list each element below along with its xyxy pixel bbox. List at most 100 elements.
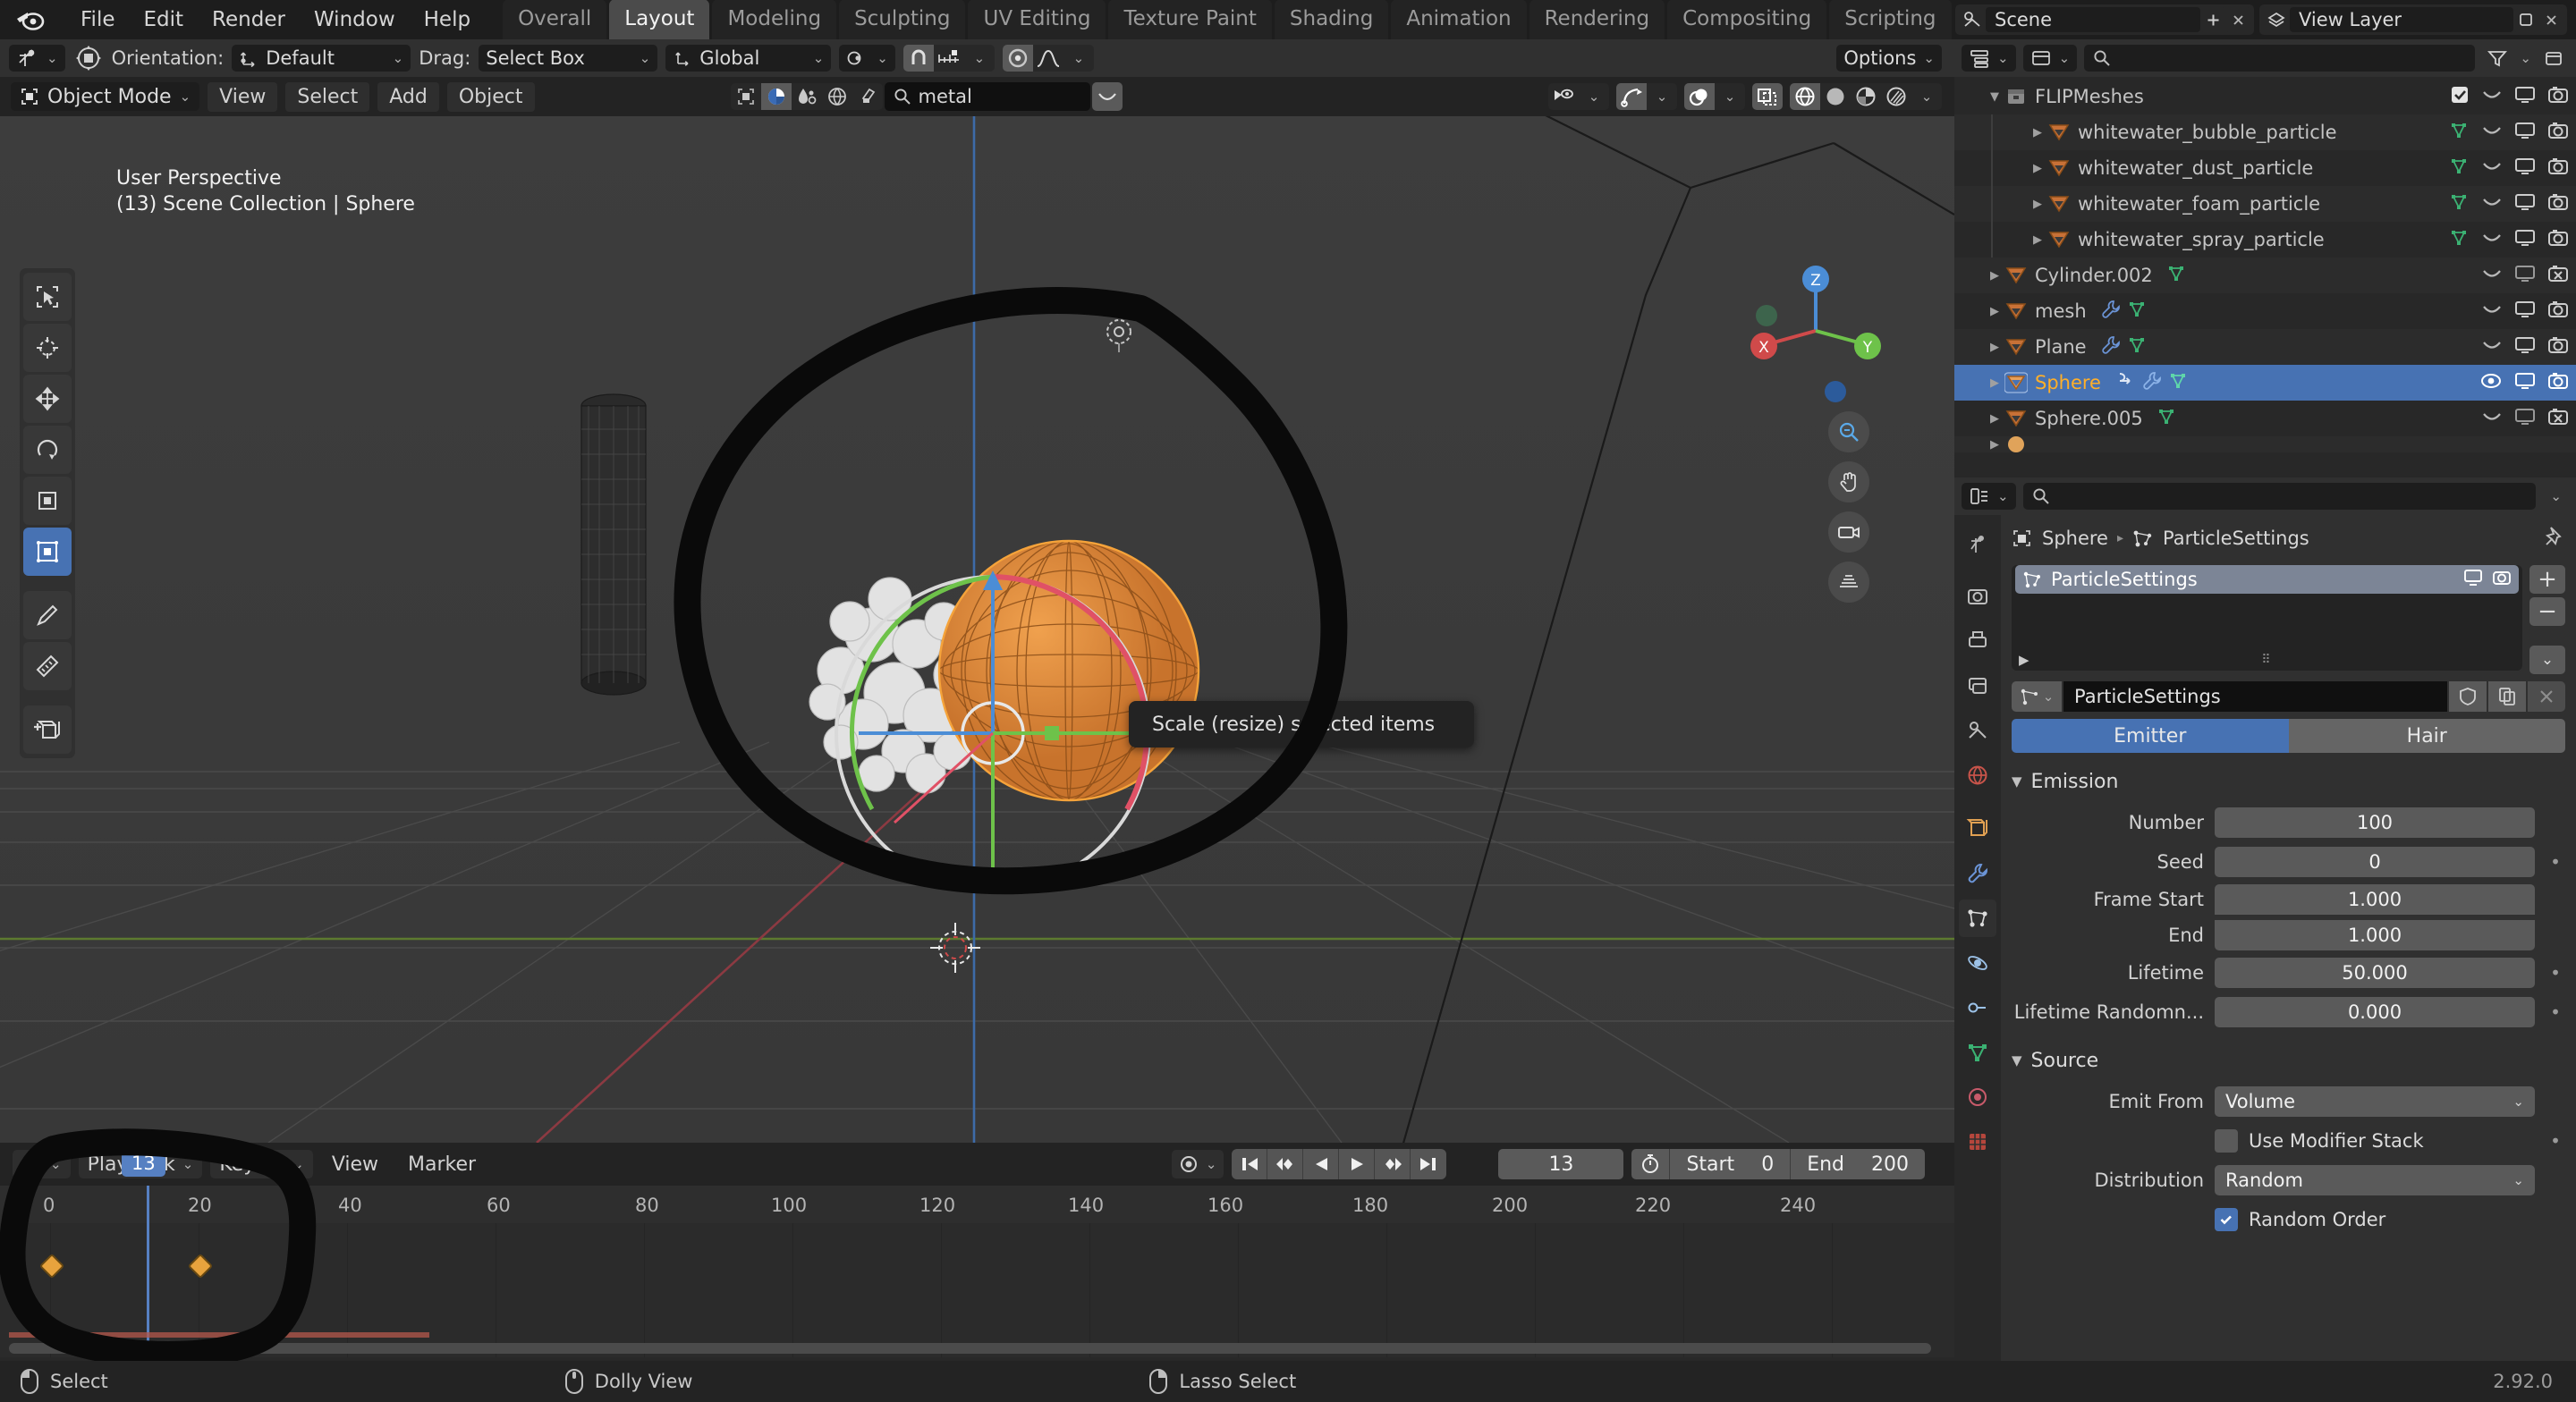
animate-dot-icon[interactable]: • <box>2546 1001 2565 1023</box>
tab-modeling[interactable]: Modeling <box>712 0 837 39</box>
remove-view-layer-button[interactable] <box>2538 7 2563 32</box>
tab-layout[interactable]: Layout <box>609 0 710 39</box>
viewport-menu-object[interactable]: Object <box>446 81 535 112</box>
transform-gizmo[interactable] <box>787 465 1199 876</box>
tab-texture-paint[interactable]: Texture Paint <box>1108 0 1272 39</box>
mesh-data-icon[interactable] <box>2128 300 2148 323</box>
disable-in-renders-icon[interactable] <box>2547 335 2569 359</box>
mesh-data-icon[interactable] <box>2167 264 2187 287</box>
mesh-data-icon[interactable] <box>2128 335 2148 359</box>
hide-in-viewport-icon[interactable] <box>2481 158 2503 178</box>
hide-in-viewport-icon[interactable] <box>2481 122 2503 142</box>
rendered-shading-icon[interactable] <box>1881 83 1911 110</box>
zoom-view-icon[interactable] <box>1828 411 1869 452</box>
tab-overall[interactable]: Overall <box>503 0 607 39</box>
disclosure-triangle-icon[interactable]: ▶ <box>1985 438 2004 452</box>
disclosure-triangle-icon[interactable]: ▶ <box>1985 269 2004 283</box>
play-button[interactable] <box>1339 1149 1376 1179</box>
distribution-dropdown[interactable]: Random ⌄ <box>2215 1165 2535 1195</box>
modifier-wrench-icon[interactable] <box>2101 300 2121 323</box>
properties-tab-object[interactable] <box>1959 810 1996 848</box>
use-preview-range-icon[interactable] <box>1631 1153 1669 1175</box>
outliner-new-collection-icon[interactable] <box>2538 45 2569 72</box>
animate-dot-icon[interactable]: • <box>2546 1130 2565 1152</box>
mesh-data-icon[interactable] <box>2157 407 2177 430</box>
disclosure-triangle-icon[interactable]: ▶ <box>2028 162 2047 175</box>
breadcrumb-data[interactable]: ParticleSettings <box>2163 528 2309 549</box>
auto-keying-group[interactable]: ⌄ <box>1171 1150 1224 1178</box>
outliner-row-whitewater-spray[interactable]: ▶ whitewater_spray_particle <box>1954 222 2576 258</box>
properties-tab-tool[interactable] <box>1959 524 1996 562</box>
add-particle-system-button[interactable]: + <box>2529 565 2565 594</box>
timeline-editor[interactable]: ⌄ Playback ⌄ Keying ⌄ View Marker ⌄ <box>0 1143 1954 1361</box>
material-search-input[interactable]: metal <box>884 82 1090 111</box>
properties-tab-modifiers[interactable] <box>1959 855 1996 892</box>
filter-icon[interactable] <box>2482 45 2512 72</box>
viewport-menu-add[interactable]: Add <box>377 81 439 112</box>
toggle-xray-icon[interactable] <box>1752 83 1783 110</box>
disclosure-triangle-icon[interactable]: ▶ <box>2028 126 2047 139</box>
timeline-body[interactable]: 13 <box>0 1150 1954 1357</box>
emit-from-dropdown[interactable]: Volume ⌄ <box>2215 1086 2535 1117</box>
chevron-down-icon[interactable]: ⌄ <box>1579 83 1609 110</box>
snap-increment-icon[interactable] <box>934 45 964 72</box>
disable-in-viewports-icon[interactable] <box>2514 407 2536 430</box>
solid-shading-icon[interactable] <box>1820 83 1851 110</box>
viewport-menu-view[interactable]: View <box>208 81 278 112</box>
outliner-row-whitewater-foam[interactable]: ▶ whitewater_foam_particle <box>1954 186 2576 222</box>
properties-tab-view-layer[interactable] <box>1959 667 1996 705</box>
new-view-layer-button[interactable] <box>2513 7 2538 32</box>
frame-start-field[interactable]: Start 0 <box>1669 1149 1790 1179</box>
snap-target-dropdown[interactable]: ⌄ <box>839 45 895 72</box>
browse-material-button[interactable] <box>1091 82 1123 111</box>
jump-to-end-button[interactable] <box>1411 1149 1446 1179</box>
mesh-data-icon[interactable] <box>2450 156 2470 180</box>
show-overlays-icon[interactable] <box>1684 83 1715 110</box>
outliner-display-mode-dropdown[interactable]: ⌄ <box>2022 45 2078 72</box>
show-in-render-icon[interactable] <box>2492 569 2512 590</box>
particle-settings-name-field[interactable]: ParticleSettings <box>2063 681 2447 712</box>
disclosure-triangle-icon[interactable]: ▶ <box>1985 305 2004 318</box>
hide-in-viewport-icon[interactable] <box>2481 409 2503 428</box>
chevron-down-icon[interactable]: ⌄ <box>2543 488 2569 504</box>
frame-end-value-field[interactable]: 1.000 <box>2215 920 2535 950</box>
unlink-datablock-icon[interactable] <box>2528 681 2565 712</box>
chevron-down-icon[interactable]: ⌄ <box>2520 50 2531 66</box>
tool-cursor[interactable] <box>23 324 72 372</box>
tool-move[interactable] <box>23 375 72 423</box>
mesh-data-icon[interactable] <box>2450 228 2470 251</box>
modifier-wrench-icon[interactable] <box>2101 335 2121 359</box>
disable-in-renders-icon[interactable] <box>2547 121 2569 144</box>
particle-systems-list[interactable]: ParticleSettings ▶ ⠿ <box>2012 565 2522 671</box>
tool-scale[interactable] <box>23 477 72 525</box>
tab-scripting[interactable]: Scripting <box>1829 0 1952 39</box>
mesh-data-icon[interactable] <box>2169 371 2189 394</box>
hide-in-viewport-icon[interactable] <box>2481 87 2503 106</box>
mesh-data-icon[interactable] <box>2450 121 2470 144</box>
disable-in-renders-icon[interactable] <box>2547 228 2569 251</box>
keyframe-marker[interactable] <box>187 1253 214 1280</box>
view-layer-selector[interactable]: View Layer <box>2259 4 2567 35</box>
toggle-orthographic-icon[interactable] <box>1828 562 1869 603</box>
object-visibility-icon[interactable] <box>1548 83 1579 110</box>
tab-sculpting[interactable]: Sculpting <box>839 0 966 39</box>
tool-select-box[interactable] <box>23 273 72 321</box>
particle-system-item[interactable]: ParticleSettings <box>2015 565 2519 594</box>
timeline-ruler[interactable]: 0 20 40 60 80 100 120 140 160 180 200 22… <box>0 1186 1954 1223</box>
view-axis-gizmo[interactable]: Z X Y <box>1744 259 1887 402</box>
object-select-mode-icon[interactable] <box>731 83 761 110</box>
disable-in-renders-off-icon[interactable] <box>2547 264 2569 287</box>
falloff-curve-icon[interactable] <box>1033 45 1063 72</box>
disable-in-renders-off-icon[interactable] <box>2547 407 2569 430</box>
animate-dot-icon[interactable]: • <box>2546 962 2565 984</box>
show-gizmo-icon[interactable] <box>1616 83 1647 110</box>
disable-in-viewports-icon[interactable] <box>2514 156 2536 180</box>
type-emitter-button[interactable]: Emitter <box>2012 719 2289 753</box>
scrollbar-thumb[interactable] <box>9 1343 1931 1354</box>
view-layer-name-field[interactable]: View Layer <box>2290 7 2513 32</box>
frame-end-field[interactable]: End 200 <box>1790 1149 1925 1179</box>
disable-in-viewports-icon[interactable] <box>2514 121 2536 144</box>
hide-in-viewport-icon[interactable] <box>2481 266 2503 285</box>
properties-tab-world[interactable] <box>1959 756 1996 794</box>
grip-handle-icon[interactable]: ⠿ <box>2261 653 2272 667</box>
